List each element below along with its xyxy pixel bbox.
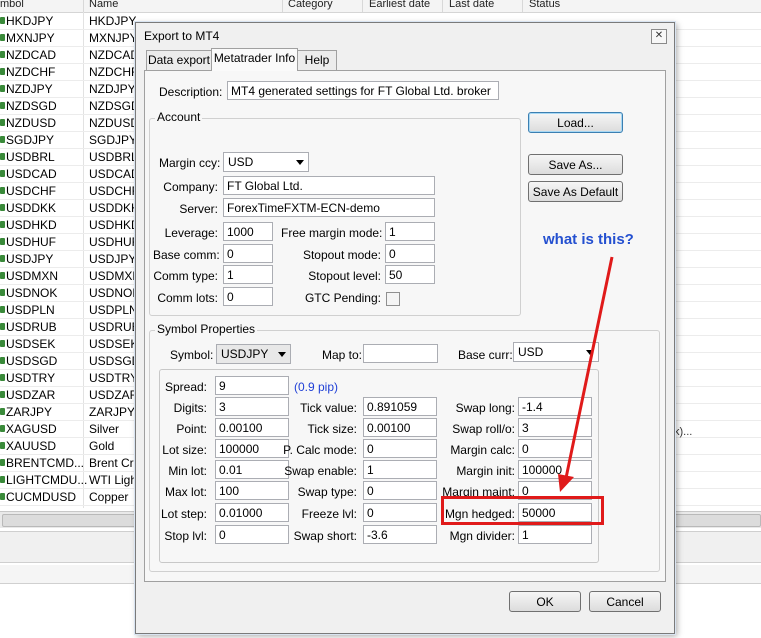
tab-metatrader-info[interactable]: Metatrader Info <box>211 48 298 71</box>
annotation-arrow <box>558 256 614 492</box>
highlight-box <box>441 496 604 525</box>
